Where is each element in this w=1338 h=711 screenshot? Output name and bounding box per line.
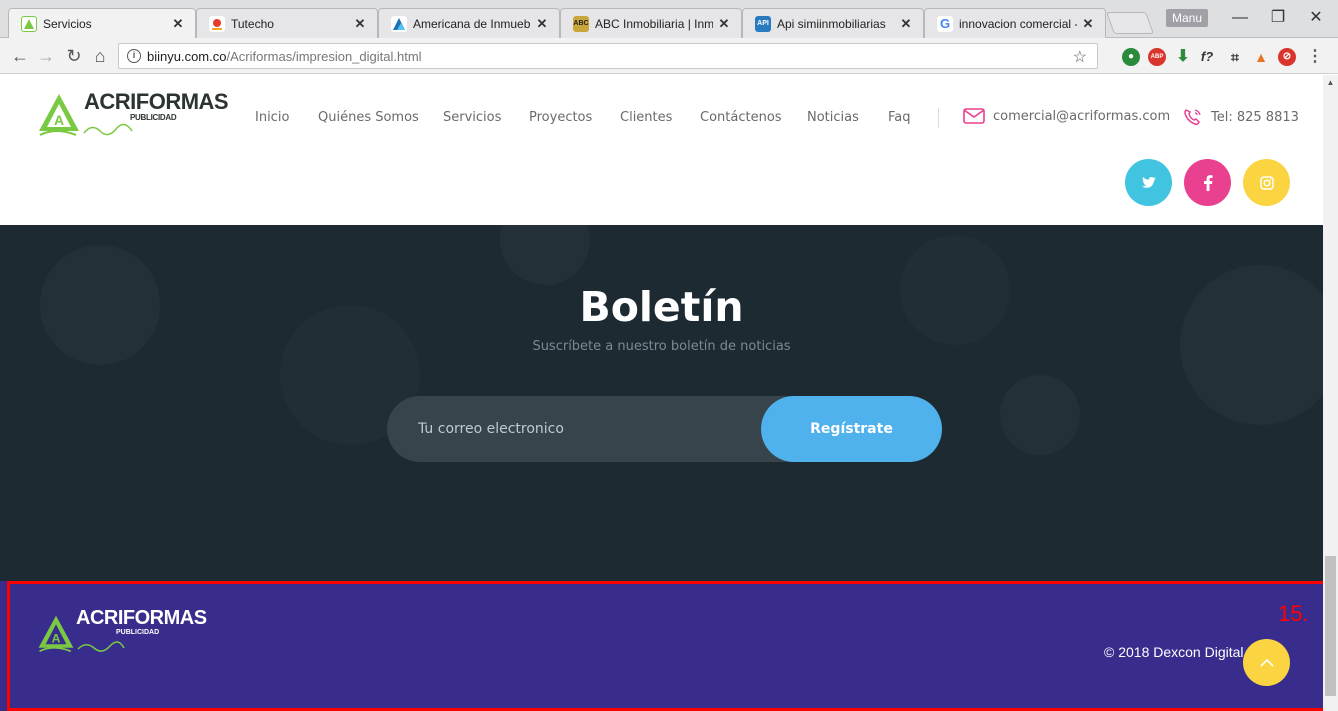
- tutecho-pin-icon: [209, 15, 225, 32]
- logo-swoosh-icon: [83, 123, 133, 136]
- close-icon[interactable]: ✕: [353, 16, 367, 32]
- nav-contactenos[interactable]: Contáctenos: [700, 110, 782, 125]
- menu-dots-icon[interactable]: ⋮: [1306, 48, 1324, 66]
- acriformas-favicon-icon: [21, 15, 37, 32]
- background-texture: [500, 225, 590, 285]
- nav-clientes[interactable]: Clientes: [620, 110, 672, 125]
- newsletter-section: Boletín Suscríbete a nuestro boletín de …: [0, 225, 1323, 581]
- home-icon[interactable]: ⌂: [88, 44, 112, 68]
- annotation-label: 15.: [1278, 601, 1309, 626]
- tab-tutecho[interactable]: Tutecho ✕: [196, 8, 378, 38]
- logo-swoosh-icon: [77, 641, 125, 652]
- tab-label: Americana de Inmueble: [413, 16, 531, 31]
- google-icon: G: [937, 15, 953, 32]
- svg-text:A: A: [54, 112, 64, 128]
- tab-label: Tutecho: [231, 16, 274, 31]
- footer-logo[interactable]: A ACRIFORMAS PUBLICIDAD: [36, 607, 207, 661]
- footer-logo-sub: PUBLICIDAD: [116, 629, 160, 636]
- tab-label: Api simiinmobiliarias: [777, 16, 886, 31]
- facebook-icon: [1203, 174, 1212, 191]
- browser-toolbar: ← → ↻ ⌂ i biinyu.com.co/Acriformas/impre…: [0, 38, 1338, 74]
- nav-proyectos[interactable]: Proyectos: [529, 110, 592, 125]
- phone-icon: [1184, 109, 1201, 125]
- browser-tab-strip: Servicios ✕ Tutecho ✕ Americana de Inmue…: [0, 0, 1338, 38]
- extension-green-icon[interactable]: ●: [1122, 48, 1140, 66]
- scrollbar-thumb[interactable]: [1325, 556, 1336, 696]
- reload-icon[interactable]: ↻: [62, 44, 86, 68]
- twitter-icon: [1141, 176, 1156, 188]
- tab-americana[interactable]: Americana de Inmueble ✕: [378, 8, 560, 38]
- nav-inicio[interactable]: Inicio: [255, 110, 289, 125]
- site-footer: A ACRIFORMAS PUBLICIDAD © 2018 Dexcon Di…: [0, 581, 1323, 711]
- tab-label: innovacion comercial -: [959, 16, 1077, 31]
- facebook-button[interactable]: [1184, 159, 1231, 206]
- tab-api-simi[interactable]: API Api simiinmobiliarias ✕: [742, 8, 924, 38]
- close-icon[interactable]: ✕: [171, 16, 185, 32]
- instagram-button[interactable]: [1243, 159, 1290, 206]
- close-icon[interactable]: ✕: [535, 16, 549, 32]
- profile-button[interactable]: Manu: [1166, 9, 1209, 27]
- subscribe-form: Regístrate: [387, 396, 942, 462]
- twitter-button[interactable]: [1125, 159, 1172, 206]
- adblock-icon[interactable]: ABP: [1148, 48, 1166, 66]
- info-icon[interactable]: i: [127, 49, 141, 63]
- contact-phone[interactable]: Tel: 825 8813: [1183, 108, 1299, 126]
- back-arrow-icon[interactable]: ←: [8, 44, 32, 68]
- acriformas-logo-icon: A: [38, 615, 74, 653]
- address-bar[interactable]: i biinyu.com.co/Acriformas/impresion_dig…: [118, 43, 1098, 69]
- nav-noticias[interactable]: Noticias: [807, 110, 859, 125]
- envelope-icon: [963, 108, 985, 124]
- page-viewport: A ACRIFORMAS PUBLICIDAD Inicio Quiénes S…: [0, 75, 1338, 711]
- scroll-up-arrow-icon[interactable]: ▲: [1323, 75, 1338, 90]
- chevron-up-icon: [1259, 658, 1274, 667]
- close-icon[interactable]: ✕: [717, 16, 731, 32]
- nav-servicios[interactable]: Servicios: [443, 110, 501, 125]
- api-logo-icon: API: [755, 15, 771, 32]
- block-icon[interactable]: ⊘: [1278, 48, 1296, 66]
- page-scrollbar[interactable]: ▲: [1323, 75, 1338, 711]
- tab-innovacion-comercial[interactable]: G innovacion comercial - ✕: [924, 8, 1106, 38]
- svg-text:A: A: [52, 632, 61, 646]
- contact-email[interactable]: comercial@acriformas.com: [963, 108, 1170, 124]
- rss-icon[interactable]: ▲: [1252, 48, 1270, 66]
- instagram-icon: [1259, 175, 1274, 190]
- logo-brand: ACRIFORMAS: [84, 89, 229, 114]
- newsletter-subtitle: Suscríbete a nuestro boletín de noticias: [532, 339, 791, 354]
- font-finder-icon[interactable]: f?: [1198, 48, 1216, 66]
- url-host: biinyu.com.co: [147, 48, 227, 64]
- download-arrow-icon[interactable]: ⬇: [1174, 48, 1192, 66]
- nav-faq[interactable]: Faq: [888, 110, 911, 125]
- tab-abc-inmobiliaria[interactable]: ABC ABC Inmobiliaria | Inmu ✕: [560, 8, 742, 38]
- window-close-icon[interactable]: ✕: [1296, 8, 1336, 28]
- americana-logo-icon: [391, 15, 407, 32]
- nav-quienes-somos[interactable]: Quiénes Somos: [318, 110, 419, 125]
- url-path: /Acriformas/impresion_digital.html: [226, 48, 422, 64]
- screenshot-icon[interactable]: ⌗: [1226, 48, 1244, 66]
- footer-logo-brand: ACRIFORMAS: [76, 607, 207, 629]
- tab-servicios[interactable]: Servicios ✕: [8, 8, 196, 38]
- newsletter-title: Boletín: [579, 283, 744, 331]
- back-to-top-button[interactable]: [1243, 639, 1290, 686]
- site-header: A ACRIFORMAS PUBLICIDAD Inicio Quiénes S…: [0, 75, 1323, 225]
- abc-logo-icon: ABC: [573, 15, 589, 32]
- tab-label: ABC Inmobiliaria | Inmu: [595, 16, 713, 31]
- close-icon[interactable]: ✕: [1081, 16, 1095, 32]
- site-logo[interactable]: A ACRIFORMAS PUBLICIDAD: [36, 87, 229, 141]
- contact-phone-text: Tel: 825 8813: [1211, 109, 1299, 125]
- acriformas-logo-icon: A: [39, 94, 79, 136]
- new-tab-button[interactable]: [1105, 12, 1155, 34]
- tab-label: Servicios: [43, 16, 92, 31]
- minimize-icon[interactable]: —: [1220, 8, 1260, 28]
- background-texture: [1000, 375, 1080, 455]
- restore-icon[interactable]: ❐: [1258, 8, 1298, 28]
- register-button[interactable]: Regístrate: [761, 396, 942, 462]
- forward-arrow-icon[interactable]: →: [34, 44, 58, 68]
- nav-divider: [938, 108, 939, 128]
- contact-email-text: comercial@acriformas.com: [993, 108, 1171, 124]
- bookmark-star-icon[interactable]: ☆: [1073, 47, 1087, 67]
- copyright-text: © 2018 Dexcon Digital: [1104, 644, 1244, 660]
- close-icon[interactable]: ✕: [899, 16, 913, 32]
